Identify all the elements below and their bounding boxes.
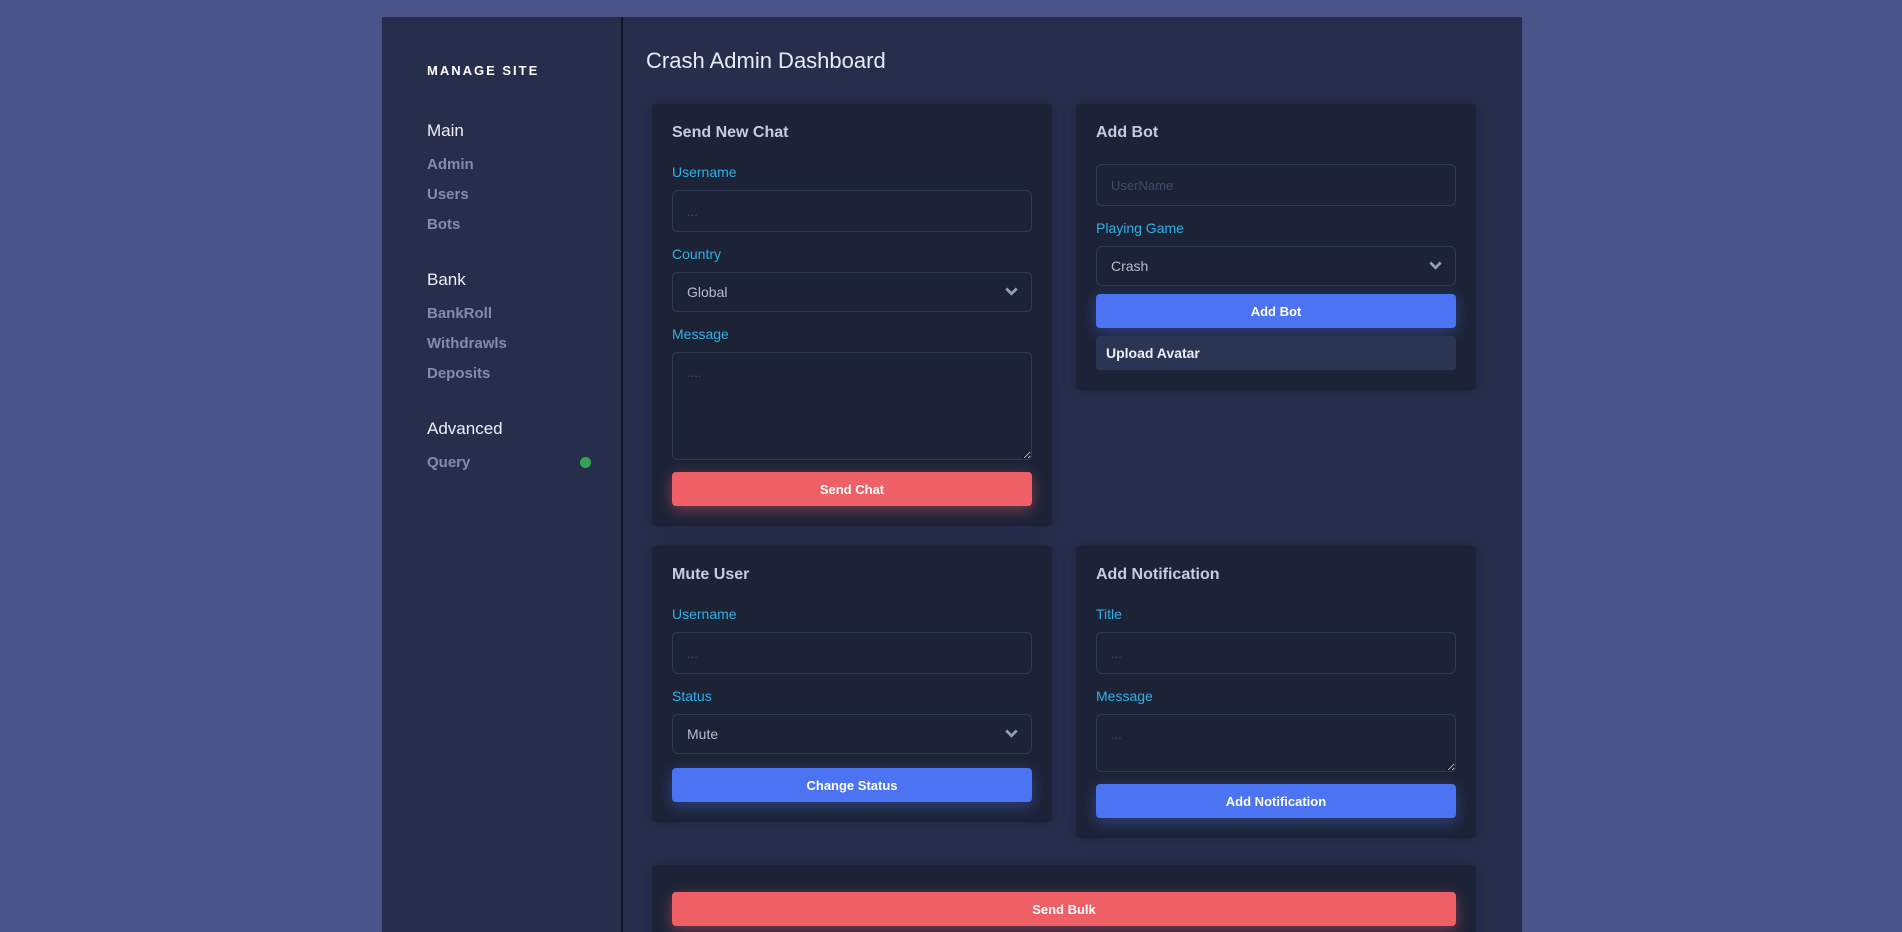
upload-avatar-file-input[interactable]: Upload Avatar <box>1096 336 1456 370</box>
sidebar-item-withdrawls[interactable]: Withdrawls <box>427 328 621 358</box>
sidebar-main-items: Admin Users Bots <box>427 149 621 239</box>
sidebar-item-query[interactable]: Query <box>427 447 621 477</box>
country-label: Country <box>672 246 1032 262</box>
mute-username-input[interactable] <box>672 632 1032 674</box>
title-label: Title <box>1096 606 1456 622</box>
sidebar-section-advanced: Advanced <box>427 416 621 442</box>
sidebar-item-label: Admin <box>427 156 474 173</box>
sidebar-item-label: Bots <box>427 216 460 233</box>
card-heading: Add Bot <box>1096 124 1456 142</box>
send-chat-button[interactable]: Send Chat <box>672 472 1032 506</box>
chat-username-input[interactable] <box>672 190 1032 232</box>
bot-username-input[interactable] <box>1096 164 1456 206</box>
send-bulk-button[interactable]: Send Bulk <box>672 892 1456 926</box>
sidebar-item-label: Users <box>427 186 469 203</box>
message-label: Message <box>1096 688 1456 704</box>
playing-game-select[interactable]: Crash <box>1096 246 1456 286</box>
page-title: Crash Admin Dashboard <box>646 45 1477 76</box>
sidebar-section-main: Main <box>427 118 621 144</box>
add-notification-card: Add Notification Title Message Add Notif… <box>1076 546 1476 838</box>
sidebar-item-admin[interactable]: Admin <box>427 149 621 179</box>
change-status-button[interactable]: Change Status <box>672 768 1032 802</box>
username-label: Username <box>672 606 1032 622</box>
chat-message-textarea[interactable] <box>672 352 1032 460</box>
upload-avatar-label: Upload Avatar <box>1106 345 1200 361</box>
sidebar-item-label: Deposits <box>427 365 490 382</box>
sidebar-item-bankroll[interactable]: BankRoll <box>427 298 621 328</box>
main-content: Crash Admin Dashboard Send New Chat User… <box>623 17 1522 932</box>
sidebar-item-label: Query <box>427 454 470 471</box>
admin-app-window: MANAGE SITE Main Admin Users Bots Bank B… <box>382 17 1522 932</box>
sidebar-item-bots[interactable]: Bots <box>427 209 621 239</box>
card-heading: Add Notification <box>1096 566 1456 584</box>
sidebar-bank-items: BankRoll Withdrawls Deposits <box>427 298 621 388</box>
country-select-wrap: Global <box>672 272 1032 312</box>
notification-title-input[interactable] <box>1096 632 1456 674</box>
status-select[interactable]: Mute <box>672 714 1032 754</box>
add-bot-card: Add Bot Playing Game Crash Add Bot Uploa… <box>1076 104 1476 390</box>
message-label: Message <box>672 326 1032 342</box>
card-heading: Send New Chat <box>672 124 1032 142</box>
add-bot-button[interactable]: Add Bot <box>1096 294 1456 328</box>
query-status-dot <box>580 457 591 468</box>
playing-game-label: Playing Game <box>1096 220 1456 236</box>
sidebar: MANAGE SITE Main Admin Users Bots Bank B… <box>382 17 623 932</box>
send-new-chat-card: Send New Chat Username Country Global Me… <box>652 104 1052 526</box>
playing-game-select-wrap: Crash <box>1096 246 1456 286</box>
sidebar-item-deposits[interactable]: Deposits <box>427 358 621 388</box>
country-select[interactable]: Global <box>672 272 1032 312</box>
sidebar-item-label: Withdrawls <box>427 335 507 352</box>
status-label: Status <box>672 688 1032 704</box>
sidebar-item-label: BankRoll <box>427 305 492 322</box>
notification-message-textarea[interactable] <box>1096 714 1456 772</box>
card-heading: Mute User <box>672 566 1032 584</box>
sidebar-advanced-items: Query <box>427 447 621 477</box>
sidebar-item-users[interactable]: Users <box>427 179 621 209</box>
add-notification-button[interactable]: Add Notification <box>1096 784 1456 818</box>
send-bulk-card: Send Bulk <box>652 865 1476 932</box>
sidebar-section-bank: Bank <box>427 267 621 293</box>
mute-user-card: Mute User Username Status Mute Change St… <box>652 546 1052 822</box>
status-select-wrap: Mute <box>672 714 1032 754</box>
username-label: Username <box>672 164 1032 180</box>
cards-grid: Send New Chat Username Country Global Me… <box>652 104 1477 932</box>
sidebar-brand: MANAGE SITE <box>427 63 621 78</box>
